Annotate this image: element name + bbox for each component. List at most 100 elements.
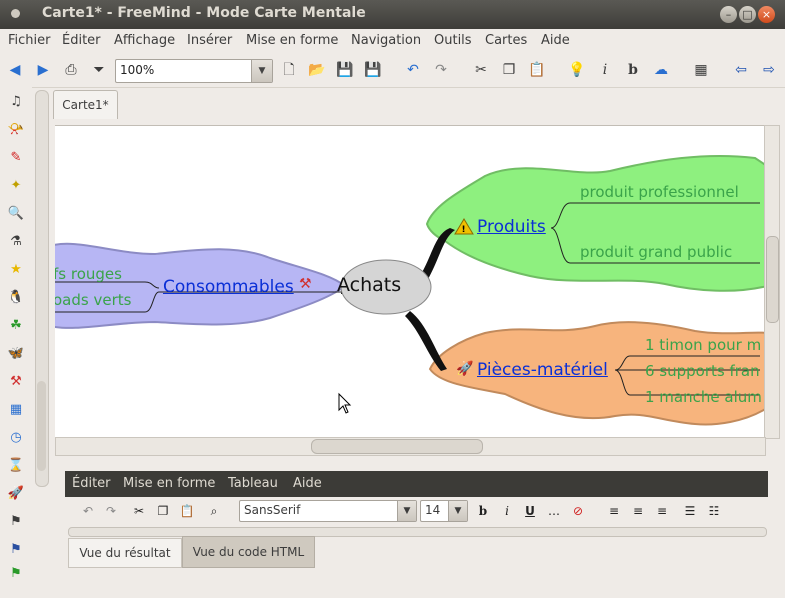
star-icon[interactable]: ★ (7, 261, 25, 279)
magnifier-icon[interactable]: 🔍 (7, 205, 25, 223)
butterfly-icon[interactable]: 🦋 (7, 345, 25, 363)
clock-icon[interactable]: ◷ (7, 429, 25, 447)
align-left-icon[interactable]: ≡ (606, 503, 622, 519)
grid-icon[interactable]: ▦ (692, 61, 710, 79)
editor-content-strip[interactable] (68, 527, 767, 537)
zoom-select[interactable]: 100% ▼ (115, 59, 273, 83)
prev-icon[interactable]: ⇦ (732, 61, 750, 79)
editor-menu-mise-en-forme[interactable]: Mise en forme (123, 476, 215, 491)
clover-icon[interactable]: ☘ (7, 317, 25, 335)
tab-carte1[interactable]: Carte1* (53, 90, 118, 119)
node-consommables[interactable]: Consommables (163, 277, 294, 297)
node-produit-grand-public[interactable]: produit grand public (580, 243, 732, 261)
save-icon[interactable]: 💾 (336, 61, 354, 79)
menu-editer[interactable]: Éditer (62, 33, 101, 48)
redo-icon[interactable]: ↷ (103, 503, 119, 519)
menu-affichage[interactable]: Affichage (114, 33, 175, 48)
node-produits[interactable]: Produits (477, 217, 546, 237)
icon-toolbar-scrollbar[interactable] (35, 90, 49, 487)
map-vertical-scrollbar[interactable] (764, 125, 780, 439)
save-as-icon[interactable]: 💾 (364, 61, 382, 79)
bold-icon[interactable]: b (475, 503, 491, 519)
paste-icon[interactable]: 📋 (179, 503, 195, 519)
find-icon[interactable]: ⌕ (206, 503, 222, 519)
node-feutres-rouges[interactable]: fs rouges (55, 265, 122, 283)
menu-fichier[interactable]: Fichier (8, 33, 51, 48)
horn-icon[interactable]: 📯 (7, 121, 25, 139)
cut-icon[interactable]: ✂ (131, 503, 147, 519)
node-manche[interactable]: 1 manche alum (645, 388, 762, 406)
next-icon[interactable]: ⇨ (760, 61, 778, 79)
underline-icon[interactable]: U (522, 503, 538, 519)
music-icon[interactable]: ♫ (7, 93, 25, 111)
cloud-icon[interactable]: ☁ (652, 61, 670, 79)
menu-navigation[interactable]: Navigation (351, 33, 421, 48)
penguin-icon[interactable]: 🐧 (7, 289, 25, 307)
menu-aide[interactable]: Aide (541, 33, 570, 48)
wand-icon[interactable]: ✦ (7, 177, 25, 195)
print-icon[interactable]: ⎙ (62, 61, 80, 79)
scroll-thumb[interactable] (37, 381, 46, 471)
bullet-list-icon[interactable]: ☰ (682, 503, 698, 519)
map-horizontal-scrollbar[interactable] (55, 437, 766, 456)
menu-inserer[interactable]: Insérer (187, 33, 232, 48)
undo-icon[interactable]: ↶ (80, 503, 96, 519)
forward-icon[interactable]: ▶ (34, 61, 52, 79)
flag-blue-icon[interactable]: ⚑ (7, 541, 25, 559)
undo-icon[interactable]: ↶ (404, 61, 422, 79)
rocket-icon[interactable]: 🚀 (7, 485, 25, 503)
filter-icon[interactable]: ⏷ (90, 61, 108, 79)
tab-result-view[interactable]: Vue du résultat (68, 538, 182, 568)
maximize-button[interactable]: □ (739, 6, 756, 23)
scroll-thumb[interactable] (311, 439, 483, 454)
node-produit-professionnel[interactable]: produit professionnel (580, 183, 739, 201)
editor-menu-editer[interactable]: Éditer (72, 476, 111, 491)
person-icon[interactable]: ⚒ (7, 373, 25, 391)
editor-menu-tableau[interactable]: Tableau (228, 476, 278, 491)
hourglass-icon[interactable]: ⌛ (7, 457, 25, 475)
cut-icon[interactable]: ✂ (472, 61, 490, 79)
idea-icon[interactable]: 💡 (568, 61, 586, 79)
node-timon[interactable]: 1 timon pour m (645, 336, 761, 354)
chevron-down-icon[interactable]: ▼ (397, 501, 416, 521)
copy-icon[interactable]: ❐ (155, 503, 171, 519)
scroll-thumb[interactable] (766, 236, 779, 323)
menu-outils[interactable]: Outils (434, 33, 472, 48)
bold-icon[interactable]: b (624, 61, 642, 79)
redo-icon[interactable]: ↷ (432, 61, 450, 79)
chevron-down-icon[interactable]: ▼ (448, 501, 467, 521)
flag-black-icon[interactable]: ⚑ (7, 513, 25, 531)
editor-menu-aide[interactable]: Aide (293, 476, 322, 491)
chevron-down-icon[interactable]: ▼ (251, 60, 272, 82)
minimize-button[interactable]: – (720, 6, 737, 23)
pen-icon[interactable]: ✎ (7, 149, 25, 167)
node-pads-verts[interactable]: oads verts (55, 291, 131, 309)
paste-icon[interactable]: 📋 (528, 61, 546, 79)
flask-icon[interactable]: ⚗ (7, 233, 25, 251)
menu-mise-en-forme[interactable]: Mise en forme (246, 33, 338, 48)
open-icon[interactable]: 📂 (308, 61, 326, 79)
edge-root-pieces (405, 311, 447, 371)
italic-icon[interactable]: i (596, 61, 614, 79)
align-center-icon[interactable]: ≡ (630, 503, 646, 519)
node-supports[interactable]: 6 supports fran (645, 362, 760, 380)
menu-cartes[interactable]: Cartes (485, 33, 527, 48)
root-node[interactable]: Achats (337, 274, 401, 296)
more-icon[interactable]: … (546, 503, 562, 519)
close-button[interactable]: × (758, 6, 775, 23)
flag-green-icon[interactable]: ⚑ (7, 565, 25, 583)
new-icon[interactable]: 🗋 (280, 61, 298, 79)
back-icon[interactable]: ◀ (6, 61, 24, 79)
mind-map-canvas[interactable]: ! Achats Produits produit professionnel … (55, 125, 764, 438)
app-icon (11, 9, 20, 18)
font-family-select[interactable]: SansSerif ▼ (239, 500, 417, 522)
font-size-select[interactable]: 14 ▼ (420, 500, 468, 522)
clear-format-icon[interactable]: ⊘ (570, 503, 586, 519)
italic-icon[interactable]: i (499, 503, 515, 519)
calendar-icon[interactable]: ▦ (7, 401, 25, 419)
copy-icon[interactable]: ❐ (500, 61, 518, 79)
align-right-icon[interactable]: ≡ (654, 503, 670, 519)
numbered-list-icon[interactable]: ☷ (706, 503, 722, 519)
tab-html-code-view[interactable]: Vue du code HTML (182, 536, 315, 568)
node-pieces-materiel[interactable]: Pièces-matériel (477, 360, 608, 380)
